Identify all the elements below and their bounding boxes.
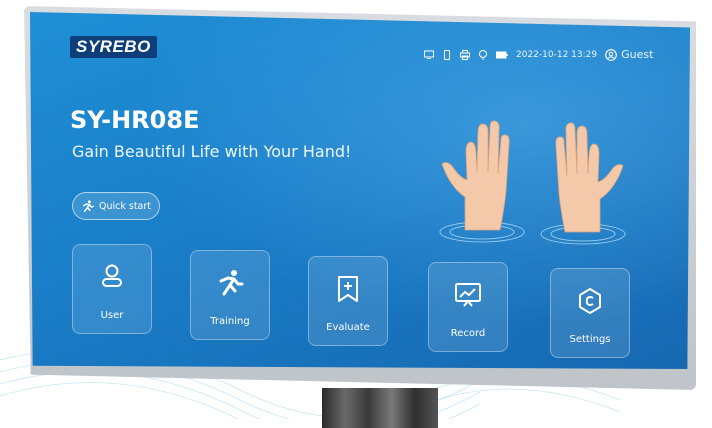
screen-icon [424, 50, 434, 59]
battery-icon [496, 51, 508, 58]
tile-training[interactable]: Training [190, 250, 270, 340]
tile-record[interactable]: Record [428, 262, 508, 352]
hands-illustration [439, 120, 626, 245]
app-screen: SYREBO 2022-10-12 13:29 Guest SY-HR08E G… [30, 12, 690, 370]
datetime: 2022-10-12 13:29 [516, 49, 598, 60]
user-name: Guest [621, 48, 654, 61]
status-bar: 2022-10-12 13:29 Guest [424, 48, 653, 61]
quick-start-button[interactable]: Quick start [72, 192, 161, 220]
tile-user[interactable]: User [72, 244, 152, 334]
tile-evaluate-label: Evaluate [326, 322, 370, 333]
monitor-stand [322, 388, 438, 428]
tile-settings[interactable]: Settings [550, 268, 630, 358]
running-icon [219, 270, 244, 296]
tile-user-label: User [100, 310, 124, 321]
account-icon [605, 48, 617, 61]
settings-icon [579, 288, 601, 314]
brand-logo: SYREBO [70, 36, 157, 58]
tile-evaluate[interactable]: Evaluate [308, 256, 388, 346]
tile-training-label: Training [210, 316, 250, 327]
storage-icon [444, 49, 450, 60]
tile-settings-label: Settings [569, 334, 611, 345]
running-icon [83, 199, 94, 212]
product-title: SY-HR08E [70, 106, 200, 134]
quick-start-label: Quick start [99, 200, 152, 212]
product-tagline: Gain Beautiful Life with Your Hand! [72, 142, 352, 161]
user-account[interactable]: Guest [605, 48, 653, 61]
chart-board-icon [455, 283, 481, 307]
tile-record-label: Record [450, 328, 486, 339]
bookmark-plus-icon [338, 276, 358, 302]
printer-icon [460, 49, 470, 60]
user-icon [102, 264, 122, 287]
plug-icon [479, 49, 487, 60]
